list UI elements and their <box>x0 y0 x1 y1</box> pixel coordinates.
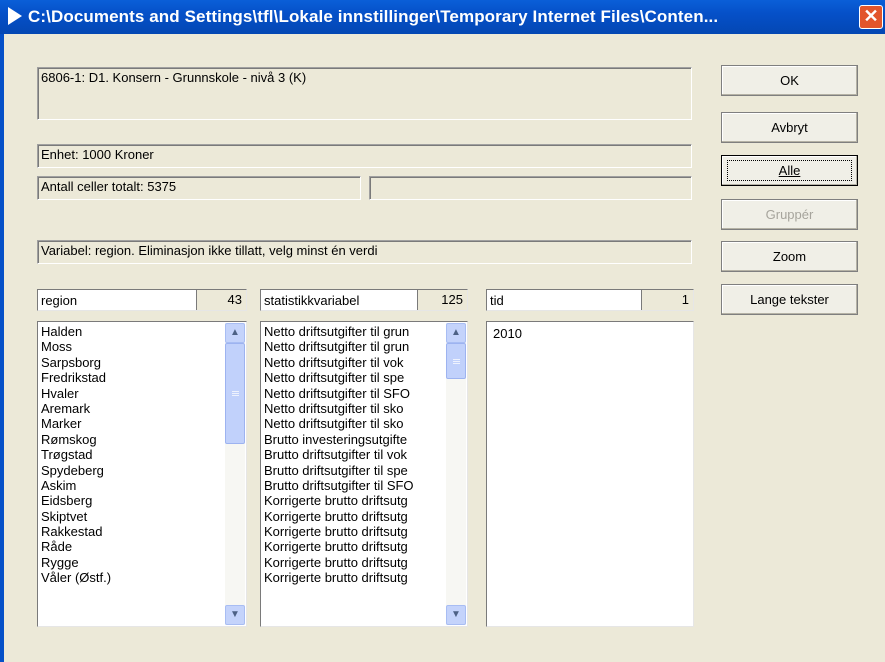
tid-listbox[interactable]: 2010 <box>486 321 694 627</box>
list-item[interactable]: Brutto driftsutgifter til spe <box>264 463 445 478</box>
list-item[interactable]: Korrigerte brutto driftsutg <box>264 509 445 524</box>
cells-total-field: Antall celler totalt: 5375 <box>37 176 361 200</box>
statvar-header-name: statistikkvariabel <box>264 293 360 308</box>
list-item[interactable]: Korrigerte brutto driftsutg <box>264 493 445 508</box>
list-item[interactable]: Korrigerte brutto driftsutg <box>264 570 445 585</box>
list-item[interactable]: Rømskog <box>41 432 224 447</box>
region-scrollbar[interactable]: ▲ ▼ <box>225 323 245 625</box>
list-item[interactable]: Askim <box>41 478 224 493</box>
tid-items: 2010 <box>493 326 671 341</box>
list-item[interactable]: Skiptvet <box>41 509 224 524</box>
list-item[interactable]: Netto driftsutgifter til spe <box>264 370 445 385</box>
statvar-scroll-thumb[interactable] <box>446 343 466 379</box>
long-texts-button-label: Lange tekster <box>750 292 829 307</box>
tid-count: 1 <box>641 290 693 310</box>
list-item[interactable]: Spydeberg <box>41 463 224 478</box>
window-border <box>0 34 4 662</box>
list-item[interactable]: Eidsberg <box>41 493 224 508</box>
list-item[interactable]: Netto driftsutgifter til SFO <box>264 386 445 401</box>
variable-hint-field: Variabel: region. Eliminasjon ikke tilla… <box>37 240 692 264</box>
group-button[interactable]: Gruppér <box>721 199 858 230</box>
list-item[interactable]: Råde <box>41 539 224 554</box>
cancel-button-label: Avbryt <box>771 120 808 135</box>
list-item[interactable]: Korrigerte brutto driftsutg <box>264 524 445 539</box>
list-item[interactable]: Aremark <box>41 401 224 416</box>
long-texts-button[interactable]: Lange tekster <box>721 284 858 315</box>
unit-field: Enhet: 1000 Kroner <box>37 144 692 168</box>
tid-header-name: tid <box>490 293 504 308</box>
list-item[interactable]: Brutto investeringsutgifte <box>264 432 445 447</box>
scroll-down-icon[interactable]: ▼ <box>225 605 245 625</box>
list-item[interactable]: Rakkestad <box>41 524 224 539</box>
list-item[interactable]: Hvaler <box>41 386 224 401</box>
ok-button[interactable]: OK <box>721 65 858 96</box>
statvar-count: 125 <box>417 290 467 310</box>
cells-selected-field <box>369 176 692 200</box>
region-listbox[interactable]: Halden Moss Sarpsborg Fredrikstad Hvaler Arem… <box>37 321 247 627</box>
list-item[interactable]: Rygge <box>41 555 224 570</box>
region-header-name: region <box>41 293 78 308</box>
table-title-field: 6806-1: D1. Konsern - Grunnskole - nivå … <box>37 67 692 120</box>
region-scroll-thumb[interactable] <box>225 343 245 444</box>
list-item[interactable]: Netto driftsutgifter til sko <box>264 416 445 431</box>
window-title: C:\Documents and Settings\tfl\Lokale inn… <box>28 7 719 26</box>
statvar-scrollbar[interactable]: ▲ ▼ <box>446 323 466 625</box>
list-item[interactable]: Halden <box>41 324 224 339</box>
list-item[interactable]: Brutto driftsutgifter til vok <box>264 447 445 462</box>
zoom-button[interactable]: Zoom <box>721 241 858 272</box>
list-item[interactable]: Trøgstad <box>41 447 224 462</box>
group-button-label: Gruppér <box>765 207 814 222</box>
list-item[interactable]: Korrigerte brutto driftsutg <box>264 539 445 554</box>
region-items: Halden Moss Sarpsborg Fredrikstad Hvaler Arem… <box>41 324 224 586</box>
scroll-up-icon[interactable]: ▲ <box>446 323 466 343</box>
list-item[interactable]: Netto driftsutgifter til vok <box>264 355 445 370</box>
list-item[interactable]: Netto driftsutgifter til grun <box>264 324 445 339</box>
list-item[interactable]: Marker <box>41 416 224 431</box>
region-header: region 43 <box>37 289 247 311</box>
statvar-listbox[interactable]: Netto driftsutgifter til grun Netto drift… <box>260 321 468 627</box>
list-item[interactable]: Fredrikstad <box>41 370 224 385</box>
list-item[interactable]: 2010 <box>493 326 671 341</box>
all-button[interactable]: Alle <box>721 155 858 186</box>
list-item[interactable]: Netto driftsutgifter til grun <box>264 339 445 354</box>
cancel-button[interactable]: Avbryt <box>721 112 858 143</box>
statvar-header: statistikkvariabel 125 <box>260 289 468 311</box>
app-arrow-icon <box>8 7 22 25</box>
scroll-down-icon[interactable]: ▼ <box>446 605 466 625</box>
zoom-button-label: Zoom <box>772 249 807 264</box>
list-item[interactable]: Korrigerte brutto driftsutg <box>264 555 445 570</box>
region-count: 43 <box>196 290 246 310</box>
ok-button-label: OK <box>780 73 799 88</box>
list-item[interactable]: Brutto driftsutgifter til SFO <box>264 478 445 493</box>
scroll-up-icon[interactable]: ▲ <box>225 323 245 343</box>
close-icon[interactable]: ✕ <box>859 5 883 29</box>
list-item[interactable]: Sarpsborg <box>41 355 224 370</box>
tid-header: tid 1 <box>486 289 694 311</box>
statvar-items: Netto driftsutgifter til grun Netto drift… <box>264 324 445 586</box>
list-item[interactable]: Våler (Østf.) <box>41 570 224 585</box>
title-bar[interactable]: C:\Documents and Settings\tfl\Lokale inn… <box>0 0 885 34</box>
all-button-label: Alle <box>778 163 801 178</box>
list-item[interactable]: Moss <box>41 339 224 354</box>
list-item[interactable]: Netto driftsutgifter til sko <box>264 401 445 416</box>
